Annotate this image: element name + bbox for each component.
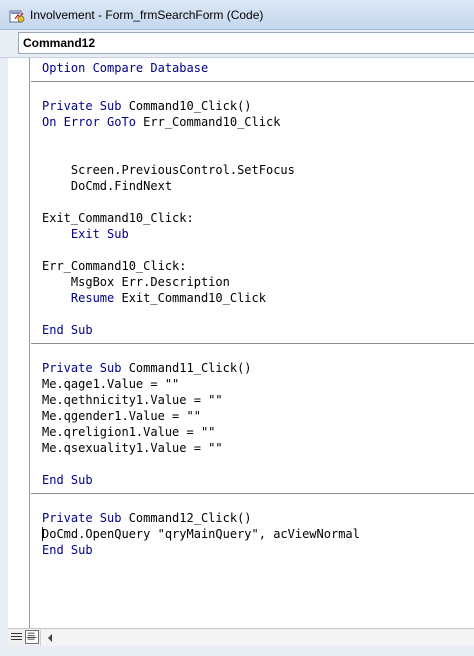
code-procedure-block[interactable]: Private Sub Command11_Click() Me.qage1.Va… [31, 344, 474, 494]
horizontal-scrollbar[interactable] [40, 630, 474, 646]
object-combo-box[interactable]: Command12 [18, 32, 474, 54]
code-text: Exit_Command10_Click [114, 291, 266, 305]
full-module-view-icon[interactable] [25, 630, 39, 644]
code-line[interactable]: End Sub [31, 542, 474, 558]
code-line[interactable]: End Sub [31, 322, 474, 338]
code-line[interactable] [31, 242, 474, 258]
code-text: Err_Command10_Click [135, 115, 281, 129]
code-keyword: Private Sub [42, 361, 122, 375]
code-line[interactable] [31, 146, 474, 162]
code-procedure-block[interactable]: Private Sub Command12_Click() DoCmd.OpenQ… [31, 494, 474, 558]
code-line[interactable]: Screen.PreviousControl.SetFocus [31, 162, 474, 178]
code-keyword: End Sub [42, 323, 93, 337]
code-line[interactable]: Err_Command10_Click: [31, 258, 474, 274]
code-text: Me.qethnicity1.Value = "" [42, 393, 223, 407]
code-text: Command10_Click() [121, 99, 252, 113]
code-area[interactable]: Option Compare Database Private Sub Comma… [31, 58, 474, 628]
code-line[interactable]: Exit Sub [31, 226, 474, 242]
code-text: Exit_Command10_Click: [42, 211, 194, 225]
editor-bottom-bar [8, 628, 474, 646]
code-text: Err_Command10_Click: [42, 259, 187, 273]
code-procedure-block[interactable]: Option Compare Database [31, 58, 474, 82]
code-keyword: On Error GoTo [42, 115, 136, 129]
code-keyword: Option Compare Database [42, 61, 209, 75]
code-keyword: Resume [42, 291, 115, 305]
object-combo-value: Command12 [23, 36, 96, 50]
code-line[interactable]: Private Sub Command10_Click() [31, 98, 474, 114]
code-line[interactable] [31, 306, 474, 322]
window-left-frame [0, 58, 8, 646]
scroll-left-arrow-icon[interactable] [45, 633, 55, 643]
code-text: Me.qsexuality1.Value = "" [42, 441, 223, 455]
vba-code-window-icon[interactable] [9, 8, 25, 24]
code-line[interactable]: Me.qgender1.Value = "" [31, 408, 474, 424]
code-line[interactable]: Me.qreligion1.Value = "" [31, 424, 474, 440]
code-procedure-block[interactable]: Private Sub Command10_Click() On Error Go… [31, 82, 474, 344]
code-text: DoCmd.FindNext [42, 179, 173, 193]
code-line[interactable]: MsgBox Err.Description [31, 274, 474, 290]
code-editor[interactable]: Option Compare Database Private Sub Comma… [8, 58, 474, 628]
code-line[interactable]: DoCmd.FindNext [31, 178, 474, 194]
code-keyword: End Sub [42, 543, 93, 557]
object-selector-bar: Command12 [0, 30, 474, 58]
code-text: Screen.PreviousControl.SetFocus [42, 163, 295, 177]
code-line[interactable]: Private Sub Command11_Click() [31, 360, 474, 376]
code-line[interactable]: Private Sub Command12_Click() [31, 510, 474, 526]
code-text: Me.qreligion1.Value = "" [42, 425, 216, 439]
code-keyword: Private Sub [42, 511, 122, 525]
code-text: Command11_Click() [121, 361, 252, 375]
code-line[interactable]: End Sub [31, 472, 474, 488]
code-line[interactable]: Exit_Command10_Click: [31, 210, 474, 226]
code-line[interactable] [31, 456, 474, 472]
code-line[interactable] [31, 194, 474, 210]
code-line[interactable]: Resume Exit_Command10_Click [31, 290, 474, 306]
code-line[interactable] [31, 130, 474, 146]
code-keyword: Private Sub [42, 99, 122, 113]
code-line[interactable]: Option Compare Database [31, 60, 474, 76]
code-line[interactable]: On Error GoTo Err_Command10_Click [31, 114, 474, 130]
code-line[interactable]: Me.qsexuality1.Value = "" [31, 440, 474, 456]
code-text: DoCmd.OpenQuery "qryMainQuery", acViewNo… [42, 527, 360, 541]
window-title: Involvement - Form_frmSearchForm (Code) [30, 8, 264, 22]
text-caret [42, 527, 43, 541]
code-line[interactable]: Me.qage1.Value = "" [31, 376, 474, 392]
code-text: Me.qage1.Value = "" [42, 377, 180, 391]
code-text: Command12_Click() [121, 511, 252, 525]
code-keyword: End Sub [42, 473, 93, 487]
code-line[interactable]: Me.qethnicity1.Value = "" [31, 392, 474, 408]
procedure-view-icon[interactable] [10, 630, 24, 644]
code-text: MsgBox Err.Description [42, 275, 230, 289]
window-bottom-frame [0, 646, 474, 656]
title-bar: Involvement - Form_frmSearchForm (Code) [0, 0, 474, 30]
margin-indicator-bar[interactable] [8, 58, 30, 628]
code-line[interactable]: DoCmd.OpenQuery "qryMainQuery", acViewNo… [31, 526, 474, 542]
code-keyword: Exit Sub [42, 227, 129, 241]
code-text: Me.qgender1.Value = "" [42, 409, 201, 423]
